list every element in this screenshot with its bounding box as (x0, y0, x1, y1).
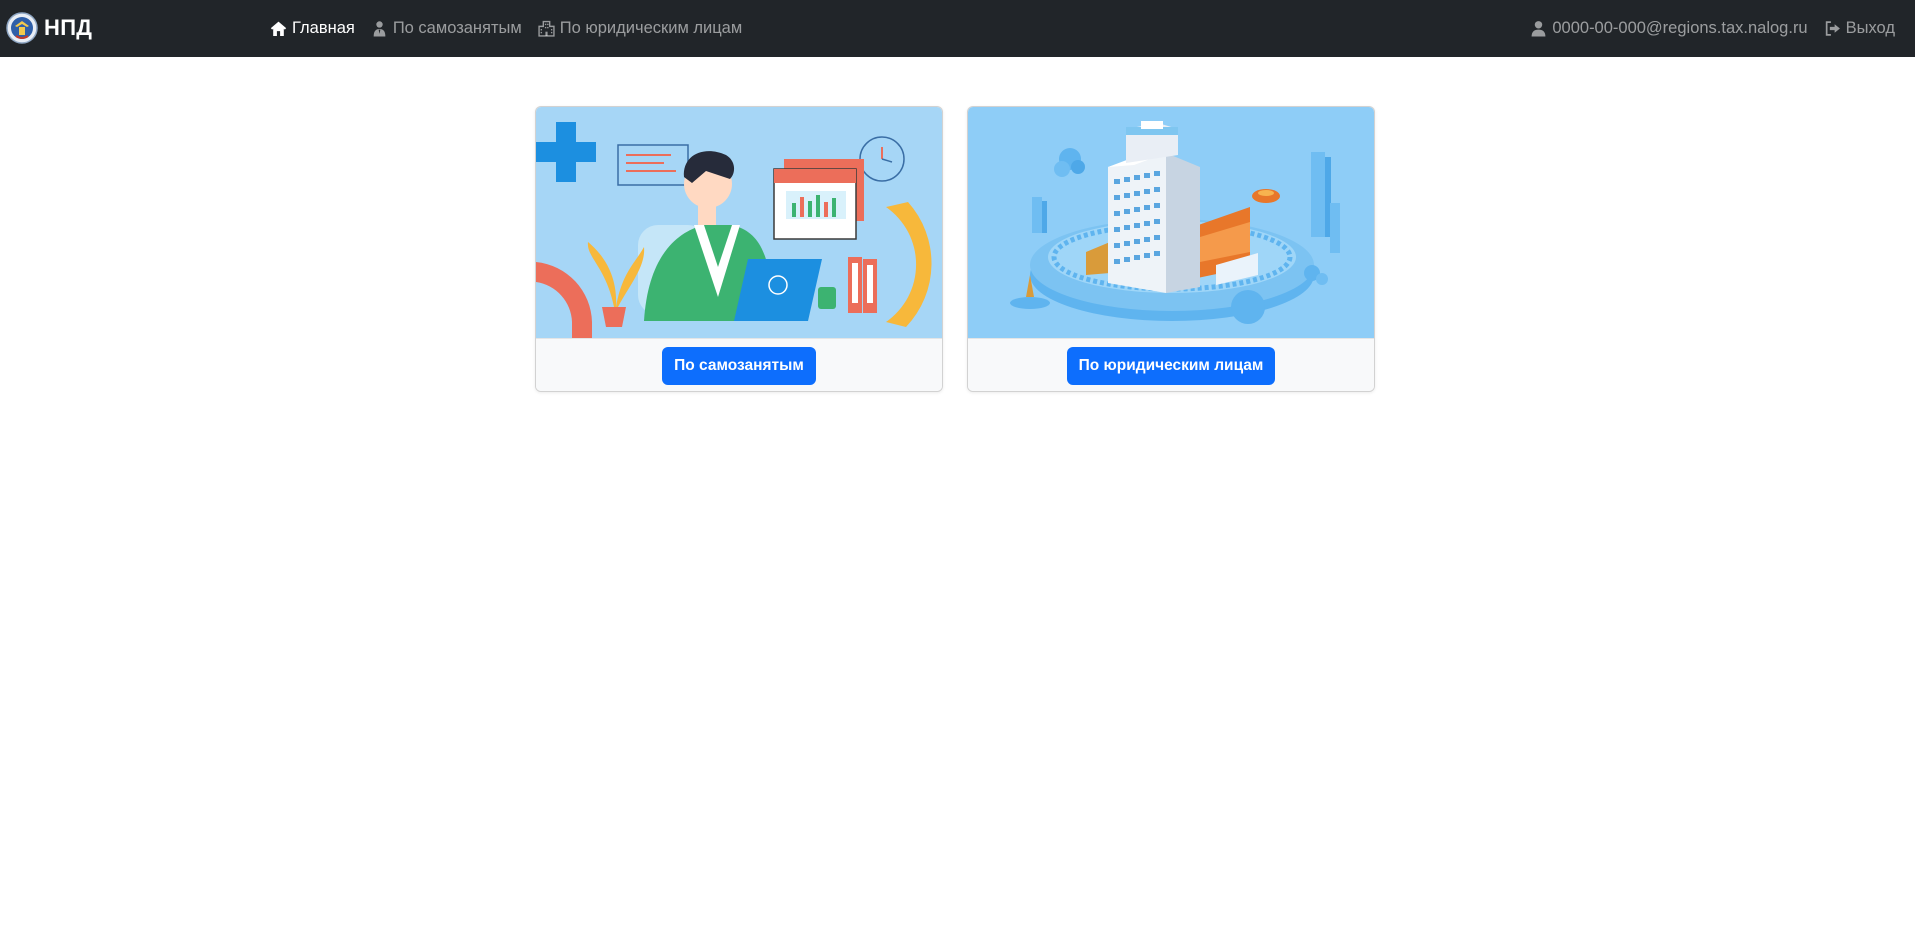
logout-label: Выход (1845, 19, 1895, 37)
nav-home[interactable]: Главная (270, 19, 355, 38)
nav-legal-entities-label: По юридическим лицам (559, 19, 743, 37)
legal-entities-button[interactable]: По юридическим лицам (1066, 347, 1276, 385)
self-employed-illustration (536, 107, 942, 338)
user-email: 0000-00-000@regions.tax.nalog.ru (1552, 19, 1808, 37)
user-account-link[interactable]: 0000-00-000@regions.tax.nalog.ru (1530, 19, 1808, 38)
card-legal-entities-footer: По юридическим лицам (968, 338, 1374, 391)
user-icon (1531, 21, 1546, 37)
main-nav: Главная По самозанятым По юридическим ли… (270, 0, 758, 57)
card-self-employed-footer: По самозанятым (536, 338, 942, 391)
nav-home-label: Главная (292, 19, 355, 37)
brand-title: НПД (44, 15, 93, 40)
buildings-icon (538, 20, 555, 37)
user-nav: 0000-00-000@regions.tax.nalog.ru Выход (1514, 0, 1895, 57)
person-icon (373, 21, 386, 37)
home-icon (270, 21, 287, 36)
brand-link[interactable]: НПД (6, 11, 92, 45)
top-navbar: НПД Главная По самозанятым По юридически… (0, 0, 1915, 57)
logout-icon (1825, 21, 1840, 36)
nav-self-employed[interactable]: По самозанятым (371, 19, 522, 38)
card-legal-entities: По юридическим лицам (967, 106, 1375, 392)
nav-legal-entities[interactable]: По юридическим лицам (538, 19, 742, 38)
emblem-logo-icon (6, 12, 38, 44)
nav-self-employed-label: По самозанятым (392, 19, 522, 37)
legal-entities-illustration (968, 107, 1374, 338)
card-self-employed: По самозанятым (535, 106, 943, 392)
logout-link[interactable]: Выход (1824, 19, 1895, 38)
self-employed-button[interactable]: По самозанятым (662, 347, 816, 385)
